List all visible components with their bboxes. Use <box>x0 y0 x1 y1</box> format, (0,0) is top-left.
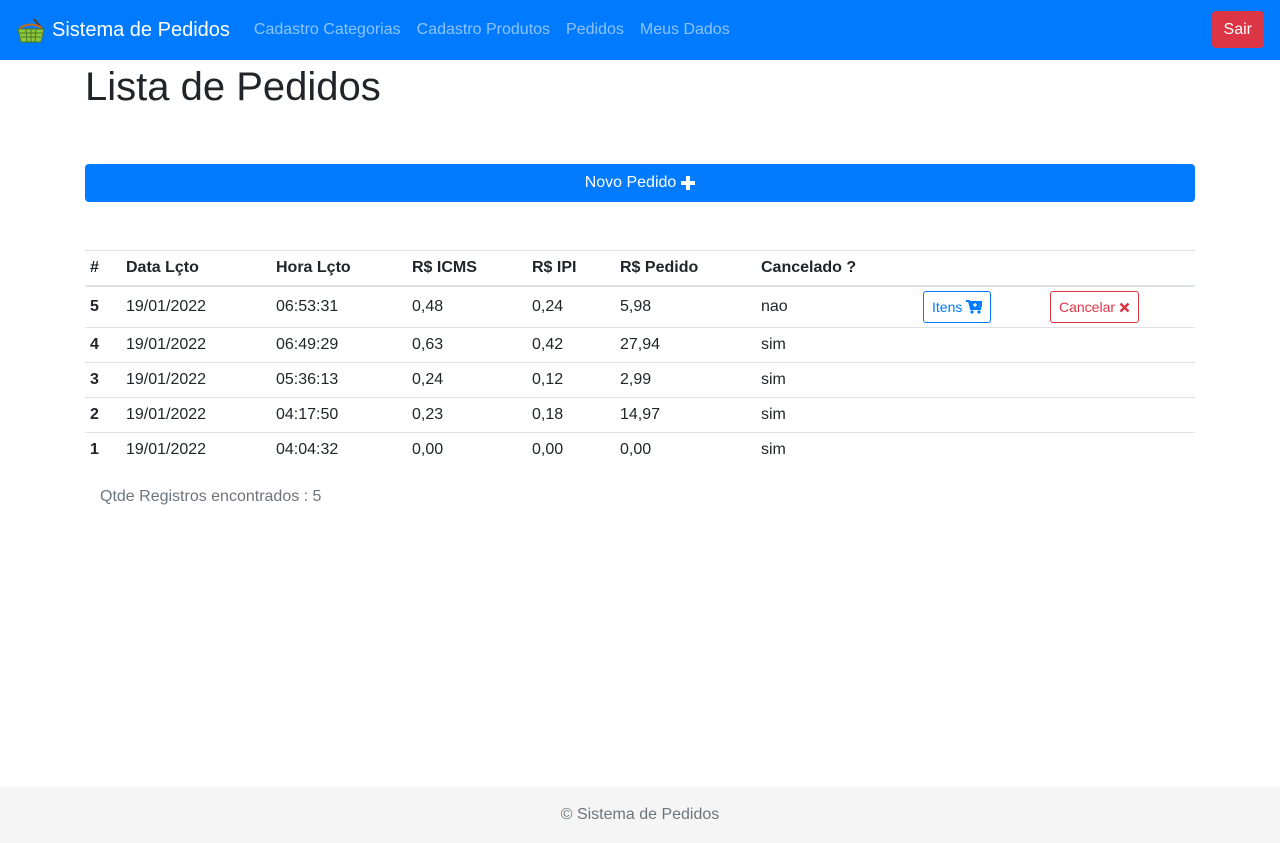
plus-icon <box>681 176 696 190</box>
cell-cancelado: nao <box>756 285 918 328</box>
itens-label: Itens <box>932 299 963 315</box>
header-hora: Hora Lçto <box>271 250 407 287</box>
brand-title: Sistema de Pedidos <box>52 18 230 41</box>
orders-table: # Data Lçto Hora Lçto R$ ICMS R$ IPI R$ … <box>85 250 1195 467</box>
cell-itens-action <box>918 397 1045 433</box>
cell-id: 1 <box>85 432 121 467</box>
nav-link-cadastro-produtos[interactable]: Cadastro Produtos <box>417 21 550 39</box>
cell-icms: 0,24 <box>407 362 527 398</box>
header-ipi: R$ IPI <box>527 250 615 287</box>
cell-itens-action: Itens <box>918 285 1045 328</box>
cell-hora: 04:04:32 <box>271 432 407 467</box>
shopping-basket-icon <box>17 18 45 43</box>
header-data: Data Lçto <box>121 250 271 287</box>
header-pedido: R$ Pedido <box>615 250 756 287</box>
cell-data: 19/01/2022 <box>121 285 271 328</box>
cancel-label: Cancelar <box>1059 299 1116 315</box>
brand[interactable]: Sistema de Pedidos <box>16 15 230 45</box>
footer: © Sistema de Pedidos <box>0 787 1280 843</box>
header-cancelado: Cancelado ? <box>756 250 918 287</box>
cell-data: 19/01/2022 <box>121 432 271 467</box>
cell-ipi: 0,00 <box>527 432 615 467</box>
table-header: # Data Lçto Hora Lçto R$ ICMS R$ IPI R$ … <box>85 250 1195 287</box>
header-cancel-action <box>1045 250 1195 287</box>
cell-cancel-action <box>1045 432 1195 467</box>
navbar: Sistema de Pedidos Cadastro Categorias C… <box>0 0 1280 60</box>
cell-itens-action <box>918 327 1045 363</box>
cell-pedido: 2,99 <box>615 362 756 398</box>
cell-id: 4 <box>85 327 121 363</box>
nav-link-cadastro-categorias[interactable]: Cadastro Categorias <box>254 21 401 39</box>
cell-data: 19/01/2022 <box>121 362 271 398</box>
cell-hora: 06:53:31 <box>271 285 407 328</box>
cell-ipi: 0,12 <box>527 362 615 398</box>
cell-cancelado: sim <box>756 432 918 467</box>
cell-icms: 0,48 <box>407 285 527 328</box>
nav-link-pedidos[interactable]: Pedidos <box>566 21 624 39</box>
cell-id: 3 <box>85 362 121 398</box>
cell-id: 5 <box>85 285 121 328</box>
cell-cancel-action: Cancelar <box>1045 285 1195 328</box>
cell-pedido: 0,00 <box>615 432 756 467</box>
cart-icon <box>966 300 983 314</box>
cell-itens-action <box>918 362 1045 398</box>
new-order-label: Novo Pedido <box>584 174 677 191</box>
cell-cancelado: sim <box>756 397 918 433</box>
cell-data: 19/01/2022 <box>121 397 271 433</box>
cell-id: 2 <box>85 397 121 433</box>
itens-button[interactable]: Itens <box>923 291 992 323</box>
cell-hora: 05:36:13 <box>271 362 407 398</box>
cell-cancel-action <box>1045 362 1195 398</box>
cell-data: 19/01/2022 <box>121 327 271 363</box>
cell-ipi: 0,18 <box>527 397 615 433</box>
nav-links: Cadastro Categorias Cadastro Produtos Pe… <box>254 21 746 39</box>
cell-icms: 0,23 <box>407 397 527 433</box>
cell-icms: 0,00 <box>407 432 527 467</box>
cell-hora: 04:17:50 <box>271 397 407 433</box>
new-order-button[interactable]: Novo Pedido <box>85 164 1195 202</box>
cell-pedido: 14,97 <box>615 397 756 433</box>
header-id: # <box>85 250 121 287</box>
logout-button[interactable]: Sair <box>1211 11 1264 48</box>
cell-cancelado: sim <box>756 327 918 363</box>
record-count: Qtde Registros encontrados : 5 <box>100 488 322 505</box>
table-row: 2 19/01/2022 04:17:50 0,23 0,18 14,97 si… <box>85 397 1195 433</box>
cell-ipi: 0,42 <box>527 327 615 363</box>
cell-pedido: 5,98 <box>615 285 756 328</box>
header-icms: R$ ICMS <box>407 250 527 287</box>
cell-cancel-action <box>1045 397 1195 433</box>
nav-link-meus-dados[interactable]: Meus Dados <box>640 21 730 39</box>
cell-hora: 06:49:29 <box>271 327 407 363</box>
page-title: Lista de Pedidos <box>85 65 381 109</box>
cell-cancel-action <box>1045 327 1195 363</box>
header-itens-action <box>918 250 1045 287</box>
cell-itens-action <box>918 432 1045 467</box>
table-row: 5 19/01/2022 06:53:31 0,48 0,24 5,98 nao… <box>85 285 1195 328</box>
times-icon <box>1119 302 1130 312</box>
table-row: 1 19/01/2022 04:04:32 0,00 0,00 0,00 sim <box>85 432 1195 467</box>
cell-cancelado: sim <box>756 362 918 398</box>
cell-pedido: 27,94 <box>615 327 756 363</box>
cancel-order-button[interactable]: Cancelar <box>1050 291 1140 323</box>
table-row: 3 19/01/2022 05:36:13 0,24 0,12 2,99 sim <box>85 362 1195 398</box>
table-row: 4 19/01/2022 06:49:29 0,63 0,42 27,94 si… <box>85 327 1195 363</box>
cell-ipi: 0,24 <box>527 285 615 328</box>
cell-icms: 0,63 <box>407 327 527 363</box>
footer-text: © Sistema de Pedidos <box>560 806 720 823</box>
